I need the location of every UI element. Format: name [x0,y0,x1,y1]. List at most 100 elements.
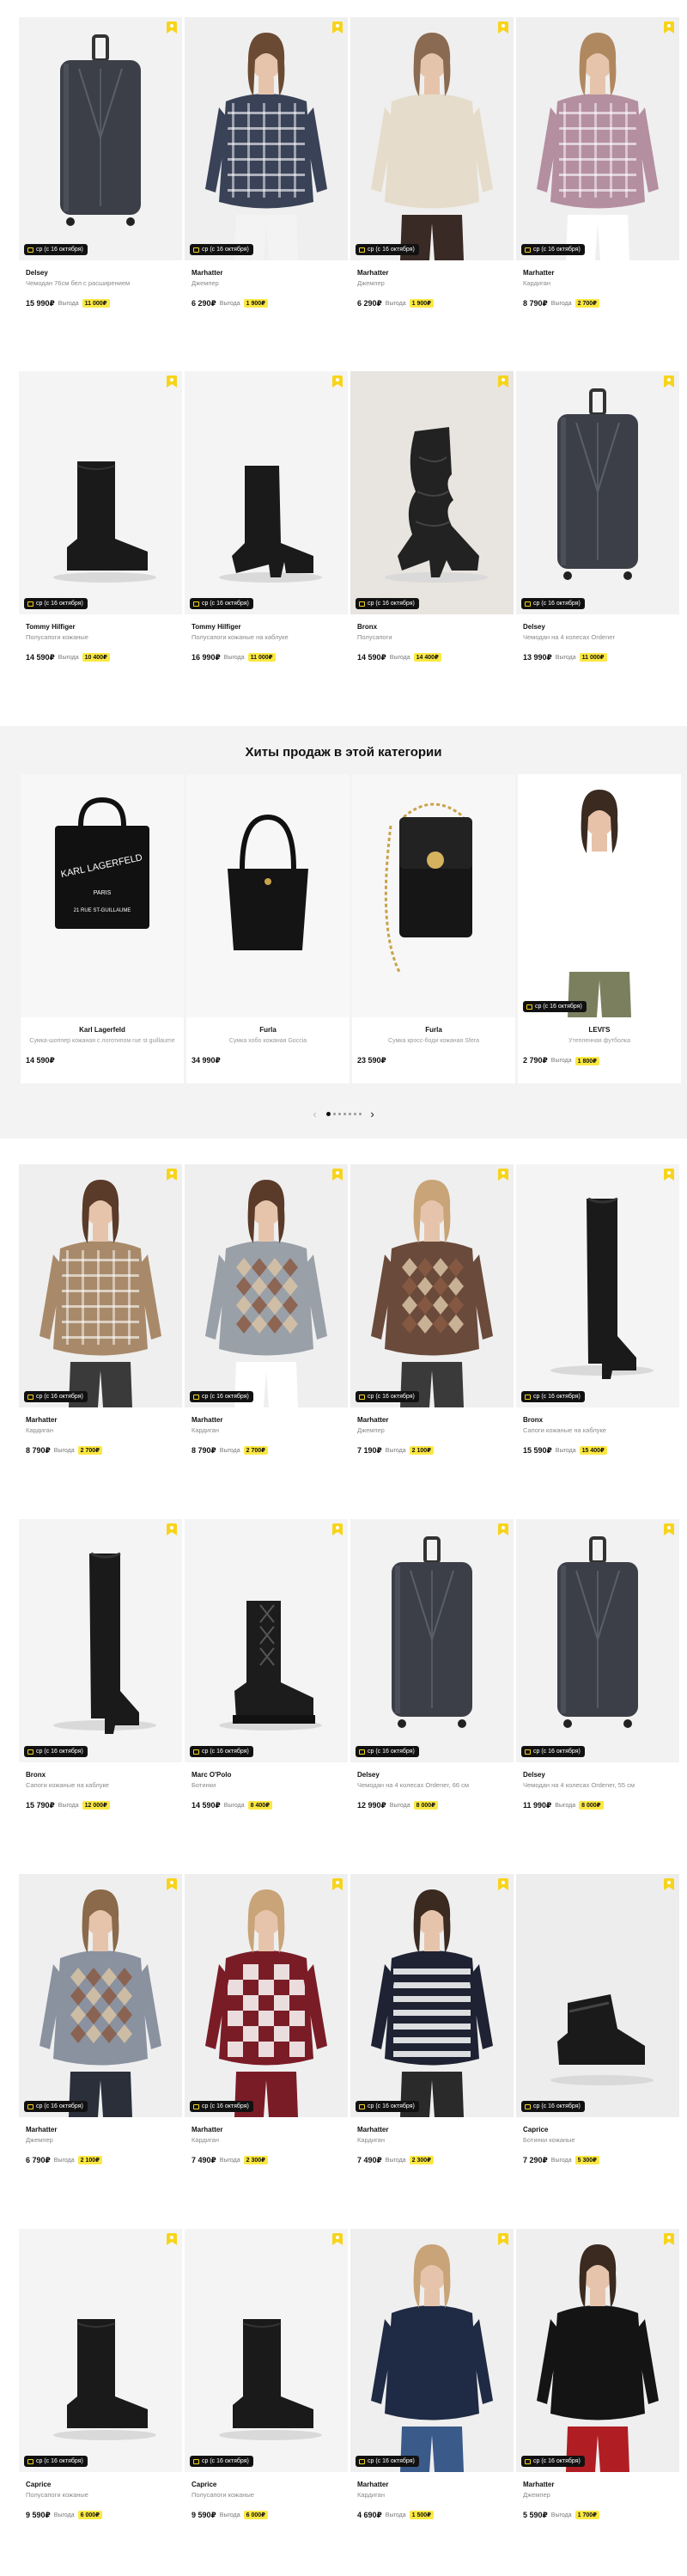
bookmark-icon[interactable] [331,1168,344,1181]
product-brand[interactable]: Bronx [26,1771,175,1779]
product-description[interactable]: Полусапоги [357,633,507,642]
product-photo[interactable]: ср (с 16 октября) [185,2229,348,2472]
bookmark-icon[interactable] [497,375,509,388]
product-photo[interactable]: ср (с 16 октября) [19,371,182,614]
bookmark-icon[interactable] [497,1523,509,1536]
product-photo[interactable]: ср (с 16 октября) [185,17,348,260]
product-card[interactable]: ср (с 16 октября) Bronx Сапоги кожаные н… [516,1164,679,1482]
product-photo[interactable]: ср (с 16 октября) [19,17,182,260]
product-card[interactable]: ср (с 16 октября) Marhatter Джемпер 6 29… [350,17,514,335]
bestseller-card[interactable]: Furla Сумка хобо кожаная Goccia 34 990₽ [186,774,350,1084]
product-photo[interactable]: ср (с 16 октября) [518,774,681,1017]
product-photo[interactable]: ср (с 16 октября) [350,17,514,260]
product-brand[interactable]: Delsey [357,1771,507,1779]
product-brand[interactable]: Delsey [26,269,175,278]
product-description[interactable]: Сумка-шоппер кожаная с логотипом rue st … [26,1037,179,1053]
product-brand[interactable]: Caprice [192,2481,341,2489]
bookmark-icon[interactable] [166,1877,178,1891]
product-card[interactable]: ср (с 16 октября) Marhatter Джемпер 6 79… [19,1874,182,2192]
product-card[interactable]: ср (с 16 октября) Marhatter Кардиган 7 4… [185,1874,348,2192]
product-photo[interactable]: ср (с 16 октября) [350,1519,514,1762]
product-description[interactable]: Кардиган [357,2136,507,2145]
product-brand[interactable]: Delsey [523,623,672,632]
product-photo[interactable]: ср (с 16 октября) [19,2229,182,2472]
product-description[interactable]: Джемпер [523,2491,672,2500]
product-brand[interactable]: Marhatter [26,2126,175,2134]
product-card[interactable]: ср (с 16 октября) Delsey Чемодан на 4 ко… [516,371,679,689]
product-photo[interactable]: ср (с 16 октября) [516,371,679,614]
product-photo[interactable]: KARL LAGERFELD PARIS 21 RUE ST-GUILLAUME [21,774,184,1017]
product-brand[interactable]: Marhatter [357,1416,507,1425]
product-brand[interactable]: Marc O'Polo [192,1771,341,1779]
product-photo[interactable]: ср (с 16 октября) [350,2229,514,2472]
product-brand[interactable]: Marhatter [26,1416,175,1425]
product-description[interactable]: Сумка хобо кожаная Goccia [192,1037,344,1053]
bookmark-icon[interactable] [663,2232,675,2246]
product-brand[interactable]: Marhatter [192,1416,341,1425]
bookmark-icon[interactable] [331,1523,344,1536]
product-brand[interactable]: Bronx [523,1416,672,1425]
product-brand[interactable]: Marhatter [523,2481,672,2489]
product-brand[interactable]: Marhatter [523,269,672,278]
carousel-prev-button[interactable]: ‹ [309,1108,321,1120]
product-description[interactable]: Кардиган [523,279,672,288]
product-photo[interactable]: ср (с 16 октября) [185,1164,348,1407]
product-card[interactable]: ср (с 16 октября) Caprice Ботинки кожаны… [516,1874,679,2192]
carousel-dot[interactable] [325,1112,331,1116]
bestseller-card[interactable]: ср (с 16 октября) LEVI'S Утепленная футб… [518,774,681,1084]
bookmark-icon[interactable] [497,1168,509,1181]
product-description[interactable]: Утепленная футболка [523,1037,676,1053]
bookmark-icon[interactable] [497,1877,509,1891]
product-brand[interactable]: Marhatter [192,2126,341,2134]
product-description[interactable]: Полусапоги кожаные на каблуке [192,633,341,642]
product-description[interactable]: Кардиган [357,2491,507,2500]
product-photo[interactable]: ср (с 16 октября) [19,1519,182,1762]
product-description[interactable]: Кардиган [192,2136,341,2145]
product-description[interactable]: Ботинки [192,1781,341,1790]
bookmark-icon[interactable] [166,2232,178,2246]
carousel-dot[interactable] [348,1113,351,1115]
product-brand[interactable]: Bronx [357,623,507,632]
carousel-dot[interactable] [337,1113,341,1115]
product-photo[interactable]: ср (с 16 октября) [350,371,514,614]
product-photo[interactable]: ср (с 16 октября) [185,1874,348,2117]
product-description[interactable]: Сумка кросс-боди кожаная Sfera [357,1037,510,1053]
product-photo[interactable]: ср (с 16 октября) [516,1164,679,1407]
product-photo[interactable] [352,774,515,1017]
carousel-dot[interactable] [332,1113,336,1115]
product-card[interactable]: ср (с 16 октября) Caprice Полусапоги кож… [19,2229,182,2547]
bookmark-icon[interactable] [663,1877,675,1891]
bookmark-icon[interactable] [166,1168,178,1181]
product-card[interactable]: ср (с 16 октября) Delsey Чемодан 76см бе… [19,17,182,335]
product-card[interactable]: ср (с 16 октября) Marhatter Кардиган 8 7… [185,1164,348,1482]
product-card[interactable]: ср (с 16 октября) Tommy Hilfiger Полусап… [185,371,348,689]
product-card[interactable]: ср (с 16 октября) Bronx Сапоги кожаные н… [19,1519,182,1837]
product-description[interactable]: Полусапоги кожаные [26,2491,175,2500]
bookmark-icon[interactable] [331,1877,344,1891]
product-description[interactable]: Джемпер [192,279,341,288]
bookmark-icon[interactable] [166,21,178,34]
product-brand[interactable]: Caprice [523,2126,672,2134]
product-description[interactable]: Ботинки кожаные [523,2136,672,2145]
product-description[interactable]: Чемодан на 4 колесах Ordener, 55 см [523,1781,672,1790]
product-card[interactable]: ср (с 16 октября) Marhatter Кардиган 8 7… [19,1164,182,1482]
product-photo[interactable]: ср (с 16 октября) [516,17,679,260]
product-photo[interactable]: ср (с 16 октября) [185,1519,348,1762]
product-card[interactable]: ср (с 16 октября) Marhatter Джемпер 5 59… [516,2229,679,2547]
product-card[interactable]: ср (с 16 октября) Marhatter Кардиган 8 7… [516,17,679,335]
product-photo[interactable]: ср (с 16 октября) [19,1164,182,1407]
product-photo[interactable]: ср (с 16 октября) [19,1874,182,2117]
product-card[interactable]: ср (с 16 октября) Bronx Полусапоги 14 59… [350,371,514,689]
product-brand[interactable]: Furla [192,1026,344,1035]
product-card[interactable]: ср (с 16 октября) Marhatter Джемпер 7 19… [350,1164,514,1482]
product-description[interactable]: Чемодан на 4 колесах Ordener [523,633,672,642]
product-photo[interactable]: ср (с 16 октября) [516,1874,679,2117]
product-photo[interactable] [186,774,350,1017]
bookmark-icon[interactable] [663,375,675,388]
bookmark-icon[interactable] [663,1168,675,1181]
bookmark-icon[interactable] [331,21,344,34]
bookmark-icon[interactable] [663,21,675,34]
product-description[interactable]: Джемпер [357,279,507,288]
carousel-dot[interactable] [343,1113,346,1115]
product-card[interactable]: ср (с 16 октября) Marhatter Кардиган 7 4… [350,1874,514,2192]
